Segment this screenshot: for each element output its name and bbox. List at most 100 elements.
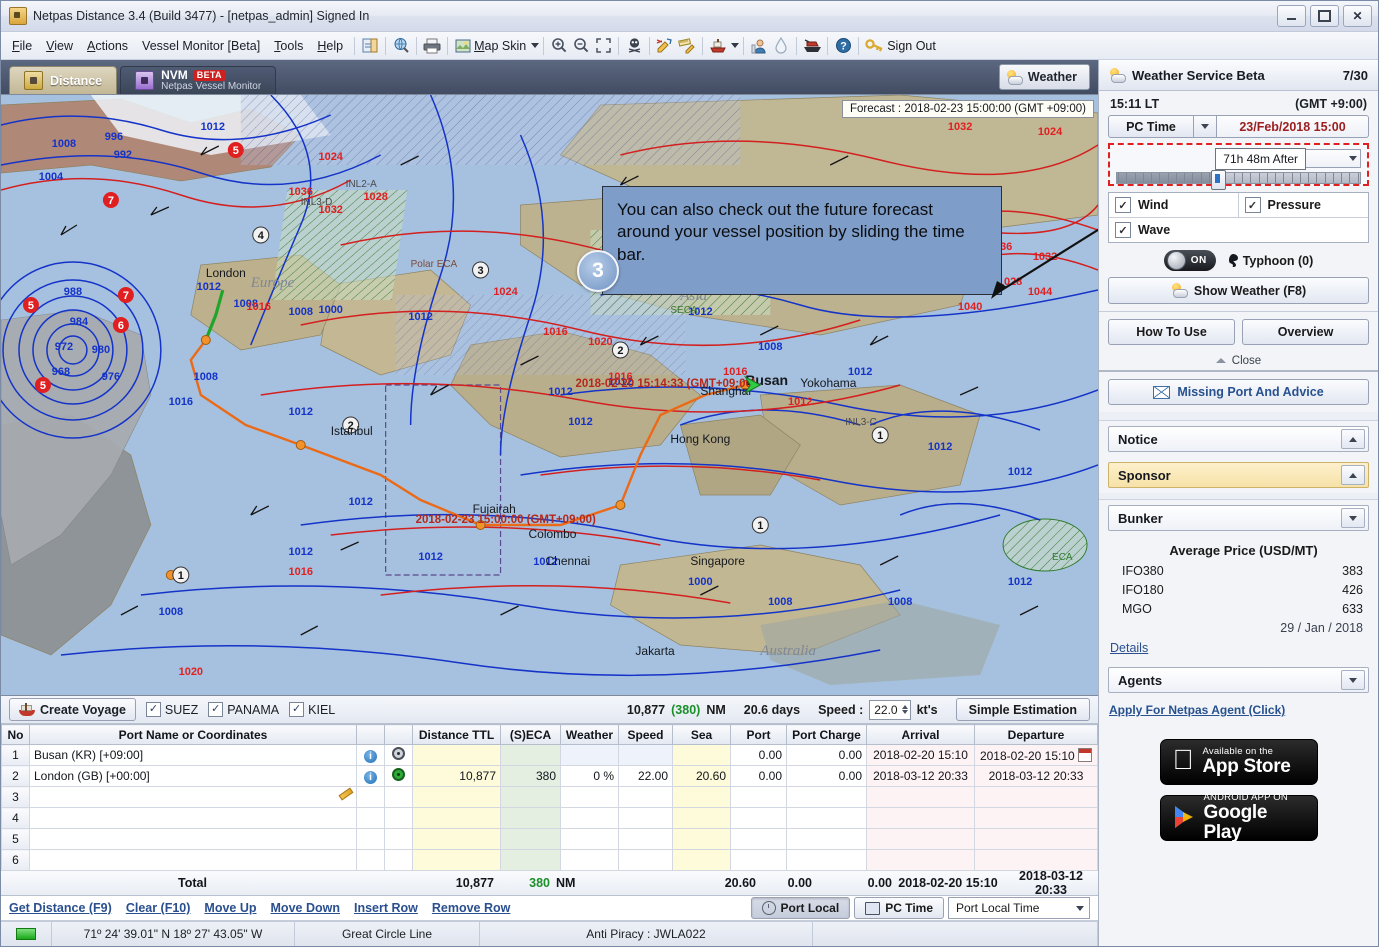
canal-checkbox-suez[interactable]: SUEZ — [146, 702, 198, 717]
layer-checkbox-wave[interactable]: ✓ Wave — [1109, 218, 1368, 242]
tab-nvm[interactable]: NVM BETA Netpas Vessel Monitor — [120, 66, 276, 94]
target-icon[interactable] — [392, 747, 405, 760]
globe-search-icon[interactable] — [390, 36, 412, 56]
print-icon[interactable] — [421, 36, 443, 56]
simple-estimation-button[interactable]: Simple Estimation — [956, 698, 1090, 721]
chevron-down-icon[interactable] — [731, 43, 739, 48]
menu-view[interactable]: View — [39, 36, 80, 56]
canal-checkbox-kiel[interactable]: KIEL — [289, 702, 335, 717]
help-icon[interactable]: ? — [832, 36, 854, 56]
ruler-edit-icon[interactable] — [676, 36, 698, 56]
info-icon[interactable]: i — [364, 771, 377, 784]
cell-target[interactable] — [385, 808, 413, 829]
col-arrival[interactable]: Arrival — [867, 725, 975, 745]
col-target[interactable] — [385, 725, 413, 745]
cell-target[interactable] — [385, 829, 413, 850]
agents-expand-button[interactable] — [1341, 670, 1365, 690]
apply-agent-link[interactable]: Apply For Netpas Agent (Click) — [1109, 703, 1378, 717]
table-row[interactable]: 5 — [2, 829, 1098, 850]
col-port[interactable]: Port — [731, 725, 787, 745]
chevron-down-icon[interactable] — [531, 43, 539, 48]
time-format-select[interactable]: Port Local Time — [948, 897, 1090, 919]
cell-target[interactable] — [385, 766, 413, 787]
cell-info[interactable]: i — [357, 745, 385, 766]
move-up-link[interactable]: Move Up — [204, 901, 256, 915]
calendar-icon[interactable] — [1078, 748, 1092, 762]
col-port-charge[interactable]: Port Charge — [787, 725, 867, 745]
cell-port-name[interactable]: Busan (KR) [+09:00] — [30, 745, 357, 766]
cell-departure[interactable]: 2018-02-20 15:10 — [975, 745, 1098, 766]
measure-edit-icon[interactable] — [654, 36, 676, 56]
menu-vessel-monitor[interactable]: Vessel Monitor [Beta] — [135, 36, 267, 56]
tab-distance[interactable]: Distance — [9, 66, 117, 94]
crew-icon[interactable] — [748, 36, 770, 56]
cell-port-name[interactable] — [30, 808, 357, 829]
cell-port-name[interactable] — [30, 850, 357, 871]
col-departure[interactable]: Departure — [975, 725, 1098, 745]
close-panel-button[interactable]: Close — [1099, 351, 1378, 372]
pc-time-button[interactable]: PC Time — [854, 897, 944, 919]
canal-checkbox-panama[interactable]: PANAMA — [208, 702, 279, 717]
cell-info[interactable] — [357, 808, 385, 829]
bunker-expand-button[interactable] — [1341, 508, 1365, 528]
cell-info[interactable]: i — [357, 766, 385, 787]
col-speed[interactable]: Speed — [619, 725, 673, 745]
how-to-use-button[interactable]: How To Use — [1108, 319, 1235, 345]
table-row[interactable]: 6 — [2, 850, 1098, 871]
bunker-details-link[interactable]: Details — [1110, 641, 1148, 655]
col-no[interactable]: No — [2, 725, 30, 745]
move-down-link[interactable]: Move Down — [271, 901, 340, 915]
cell-port-name[interactable]: London (GB) [+00:00] — [30, 766, 357, 787]
weather-button[interactable]: Weather — [999, 64, 1090, 90]
time-slider-track[interactable] — [1116, 172, 1361, 184]
map-canvas[interactable]: 4 3 2 2 1 1 1 5 5 7 7 — [1, 94, 1098, 696]
table-row[interactable]: 3 — [2, 787, 1098, 808]
bunker-accordion[interactable]: Bunker — [1108, 505, 1369, 531]
menu-actions[interactable]: Actions — [80, 36, 135, 56]
sponsor-collapse-button[interactable] — [1341, 465, 1365, 485]
piracy-icon[interactable] — [623, 36, 645, 56]
map-skin-icon[interactable] — [452, 36, 474, 56]
app-store-badge[interactable]:  Available on the App Store — [1160, 739, 1318, 785]
col-seca[interactable]: (S)ECA — [501, 725, 561, 745]
target-icon[interactable] — [392, 768, 405, 781]
info-icon[interactable]: i — [364, 750, 377, 763]
maximize-button[interactable] — [1310, 5, 1339, 27]
cell-target[interactable] — [385, 850, 413, 871]
minimize-button[interactable] — [1277, 5, 1306, 27]
import-icon[interactable] — [359, 36, 381, 56]
show-weather-button[interactable]: Show Weather (F8) — [1108, 277, 1369, 304]
remove-row-link[interactable]: Remove Row — [432, 901, 511, 915]
ship-black-icon[interactable] — [801, 36, 823, 56]
layer-checkbox-wind[interactable]: ✓ Wind — [1109, 193, 1239, 217]
cell-target[interactable] — [385, 787, 413, 808]
missing-port-button[interactable]: Missing Port And Advice — [1108, 379, 1369, 405]
get-distance-link[interactable]: Get Distance (F9) — [9, 901, 112, 915]
layer-checkbox-pressure[interactable]: ✓ Pressure — [1239, 193, 1369, 217]
google-play-badge[interactable]: ANDROID APP ON Google Play — [1160, 795, 1318, 841]
insert-row-link[interactable]: Insert Row — [354, 901, 418, 915]
port-local-button[interactable]: Port Local — [751, 897, 851, 919]
speed-stepper[interactable]: 22.0 — [869, 700, 910, 720]
zoom-out-icon[interactable] — [570, 36, 592, 56]
col-port-name[interactable]: Port Name or Coordinates — [30, 725, 357, 745]
notice-accordion[interactable]: Notice — [1108, 426, 1369, 452]
vessel-icon[interactable] — [707, 36, 729, 56]
time-mode-dropdown[interactable] — [1193, 115, 1216, 138]
sign-out-label[interactable]: Sign Out — [887, 39, 936, 53]
typhoon-toggle[interactable]: ON — [1164, 250, 1216, 271]
map-skin-label[interactable]: Map Skin — [474, 39, 529, 53]
slider-thumb[interactable] — [1211, 170, 1226, 190]
col-distance-ttl[interactable]: Distance TTL — [413, 725, 501, 745]
col-sea[interactable]: Sea — [673, 725, 731, 745]
create-voyage-button[interactable]: Create Voyage — [9, 698, 136, 721]
overview-button[interactable]: Overview — [1242, 319, 1369, 345]
time-mode-button[interactable]: PC Time — [1108, 115, 1193, 138]
clear-link[interactable]: Clear (F10) — [126, 901, 191, 915]
fit-screen-icon[interactable] — [592, 36, 614, 56]
key-icon[interactable] — [863, 36, 885, 56]
table-row[interactable]: 1 Busan (KR) [+09:00] i 0.00 0.00 2018-0 — [2, 745, 1098, 766]
table-row[interactable]: 2 London (GB) [+00:00] i 10,877 380 0 % … — [2, 766, 1098, 787]
edit-pencil-icon[interactable] — [338, 789, 352, 802]
close-button[interactable]: ✕ — [1343, 5, 1372, 27]
